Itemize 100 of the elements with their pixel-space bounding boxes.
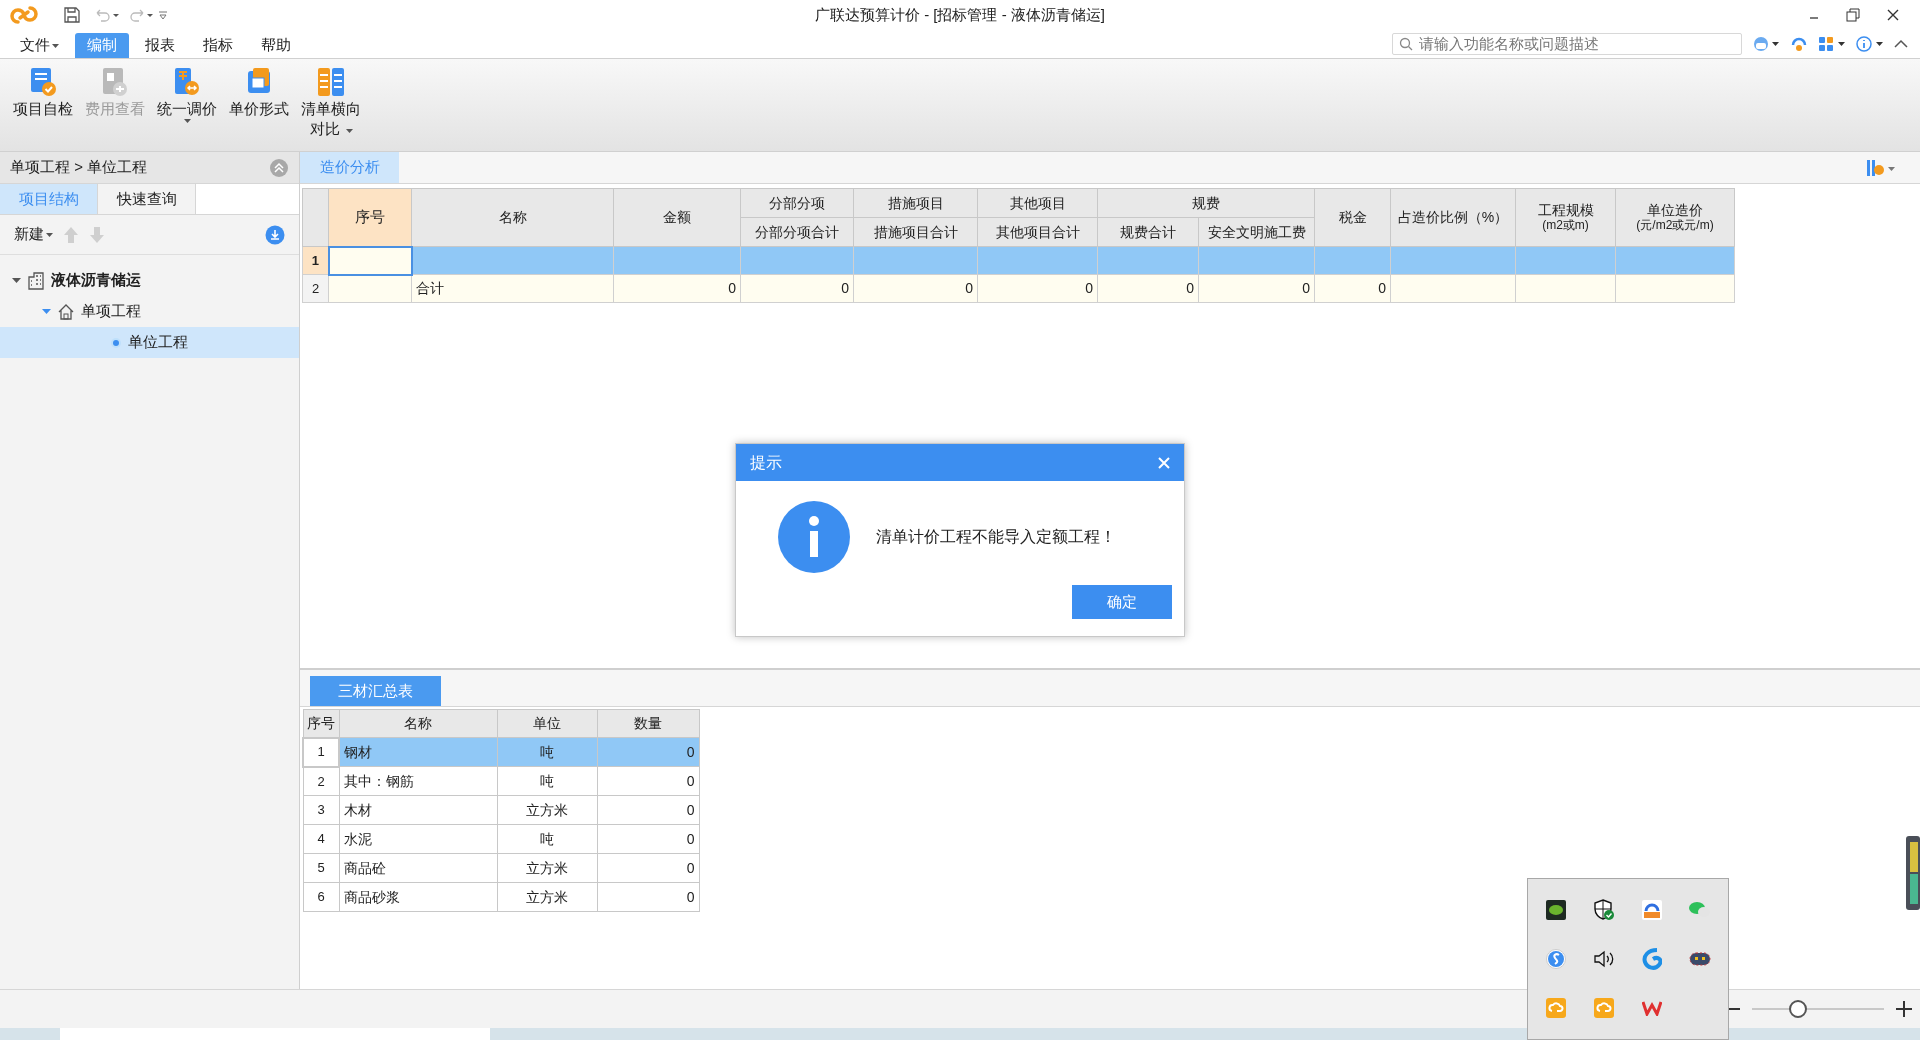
graphics-card-icon[interactable] bbox=[1546, 899, 1566, 920]
support-icon[interactable] bbox=[1790, 35, 1808, 53]
menu-tab[interactable]: 指标 bbox=[191, 33, 245, 58]
collapse-icon[interactable] bbox=[1894, 39, 1908, 49]
expanded-arrow-icon[interactable] bbox=[12, 276, 21, 285]
swirl-icon[interactable] bbox=[1642, 948, 1662, 970]
redo-icon[interactable] bbox=[128, 8, 154, 22]
shield-icon[interactable] bbox=[1593, 898, 1615, 921]
robot-icon[interactable] bbox=[1689, 951, 1711, 967]
column-header[interactable]: 措施项目合计 bbox=[853, 217, 978, 247]
table-cell: 水泥 bbox=[343, 830, 372, 847]
ribbon-button[interactable]: 清单横向对比 bbox=[300, 67, 362, 141]
column-header[interactable]: 税金 bbox=[1314, 188, 1391, 247]
save-icon[interactable] bbox=[64, 7, 80, 23]
column-header[interactable]: 单位 bbox=[497, 709, 597, 738]
caret-icon bbox=[46, 232, 53, 237]
table-cell: 合计 bbox=[416, 280, 444, 296]
row-number: 3 bbox=[317, 802, 325, 818]
table-cell: 0 bbox=[1302, 280, 1310, 296]
collapse-panel-icon[interactable] bbox=[269, 157, 289, 178]
column-header[interactable]: 占造价比例（%） bbox=[1390, 188, 1516, 247]
column-header: 分部分项 bbox=[740, 188, 854, 218]
breadcrumb: 单项工程 > 单位工程 bbox=[10, 157, 148, 178]
ribbon-button[interactable]: 单价形式 bbox=[228, 67, 290, 119]
browser-icon[interactable] bbox=[1546, 949, 1566, 969]
column-header[interactable]: 单位造价 (元/m2或元/m) bbox=[1615, 188, 1735, 247]
table-cell: 其中：钢筋 bbox=[343, 772, 414, 789]
tree-item[interactable]: 液体沥青储运 bbox=[51, 269, 141, 292]
column-header[interactable]: 名称 bbox=[411, 188, 614, 247]
column-header[interactable]: 安全文明施工费 bbox=[1198, 217, 1315, 247]
office-icon[interactable] bbox=[1642, 1000, 1662, 1017]
table-cell: 木材 bbox=[343, 801, 372, 818]
checklist-icon bbox=[29, 67, 57, 97]
column-header[interactable]: 其他项目合计 bbox=[977, 217, 1098, 247]
undo-icon[interactable] bbox=[94, 8, 120, 22]
table-cell: 0 bbox=[1085, 280, 1093, 296]
table-cell: 0 bbox=[1378, 280, 1386, 296]
house-icon bbox=[57, 302, 75, 321]
table-cell: 0 bbox=[686, 743, 695, 760]
row-number: 2 bbox=[302, 274, 329, 303]
restore-icon[interactable] bbox=[1846, 8, 1860, 22]
headset-icon[interactable] bbox=[1752, 36, 1780, 52]
download-icon[interactable] bbox=[265, 224, 285, 245]
row-number: 2 bbox=[317, 773, 325, 789]
column-header[interactable]: 名称 bbox=[339, 709, 497, 738]
column-header[interactable]: 分部分项合计 bbox=[740, 217, 854, 247]
table-cell: 0 bbox=[728, 280, 736, 296]
document-icon bbox=[101, 67, 129, 97]
column-header[interactable]: 规费合计 bbox=[1097, 217, 1199, 247]
info-icon[interactable] bbox=[1856, 36, 1884, 52]
close-icon[interactable] bbox=[1886, 8, 1900, 22]
columns-icon bbox=[316, 67, 346, 97]
table-cell: 钢材 bbox=[344, 743, 372, 760]
menu-tab[interactable]: 文件 bbox=[8, 33, 71, 58]
building-icon bbox=[27, 271, 45, 290]
table-cell: 0 bbox=[686, 801, 695, 818]
table-cell: 0 bbox=[686, 830, 695, 847]
cloud-link-icon[interactable] bbox=[1546, 998, 1566, 1019]
tree-item[interactable]: 单位工程 bbox=[128, 331, 188, 354]
zoom-in-icon[interactable] bbox=[1896, 1001, 1912, 1017]
volume-icon[interactable] bbox=[1593, 950, 1615, 968]
column-header[interactable]: 数量 bbox=[597, 709, 699, 738]
row-number: 5 bbox=[317, 860, 325, 876]
table-cell: 商品砂浆 bbox=[343, 888, 400, 905]
dialog-title: 提示 bbox=[750, 452, 782, 473]
tree-item[interactable]: 单项工程 bbox=[81, 300, 141, 323]
apps-grid-icon[interactable] bbox=[1818, 36, 1846, 52]
row-number: 1 bbox=[302, 246, 329, 275]
menu-tab[interactable]: 报表 bbox=[133, 33, 187, 58]
table-cell: 吨 bbox=[540, 830, 554, 847]
ribbon-button[interactable]: 统一调价 bbox=[156, 67, 218, 123]
table-cell: 吨 bbox=[540, 743, 554, 760]
new-button[interactable]: 新建 bbox=[14, 223, 53, 246]
cloud-link-icon[interactable] bbox=[1594, 998, 1614, 1019]
zoom-slider[interactable] bbox=[1752, 1000, 1884, 1018]
table-cell: 0 bbox=[686, 859, 695, 876]
app-logo-icon bbox=[10, 5, 38, 25]
column-header[interactable]: 序号 bbox=[328, 188, 412, 247]
customize-icon[interactable] bbox=[158, 10, 168, 20]
table-cell: 立方米 bbox=[526, 888, 568, 905]
table-cell: 商品砼 bbox=[343, 859, 386, 876]
price-adjust-icon bbox=[173, 67, 201, 97]
search-field[interactable]: 请输入功能名称或问题描述 bbox=[1392, 33, 1742, 55]
table-cell: 立方米 bbox=[526, 801, 568, 818]
column-header: 其他项目 bbox=[977, 188, 1098, 218]
wall-icon[interactable] bbox=[1642, 899, 1662, 920]
panel-tab[interactable]: 快速查询 bbox=[98, 184, 196, 214]
window-title: 广联达预算计价 - [招标管理 - 液体沥青储运] bbox=[815, 4, 1105, 25]
expanded-arrow-icon[interactable] bbox=[42, 307, 51, 316]
dot-icon bbox=[110, 336, 122, 349]
menu-tab[interactable]: 帮助 bbox=[249, 33, 303, 58]
dialog-message: 清单计价工程不能导入定额工程！ bbox=[876, 527, 1116, 547]
settings-icon[interactable] bbox=[1866, 158, 1896, 177]
table-cell: 0 bbox=[686, 888, 695, 905]
table-cell: 0 bbox=[965, 280, 973, 296]
column-header[interactable]: 工程规模 (m2或m) bbox=[1515, 188, 1616, 247]
ribbon-button[interactable]: 项目自检 bbox=[12, 67, 74, 119]
row-number: 6 bbox=[317, 889, 325, 905]
column-header: 措施项目 bbox=[853, 188, 978, 218]
column-header[interactable]: 金额 bbox=[613, 188, 741, 247]
